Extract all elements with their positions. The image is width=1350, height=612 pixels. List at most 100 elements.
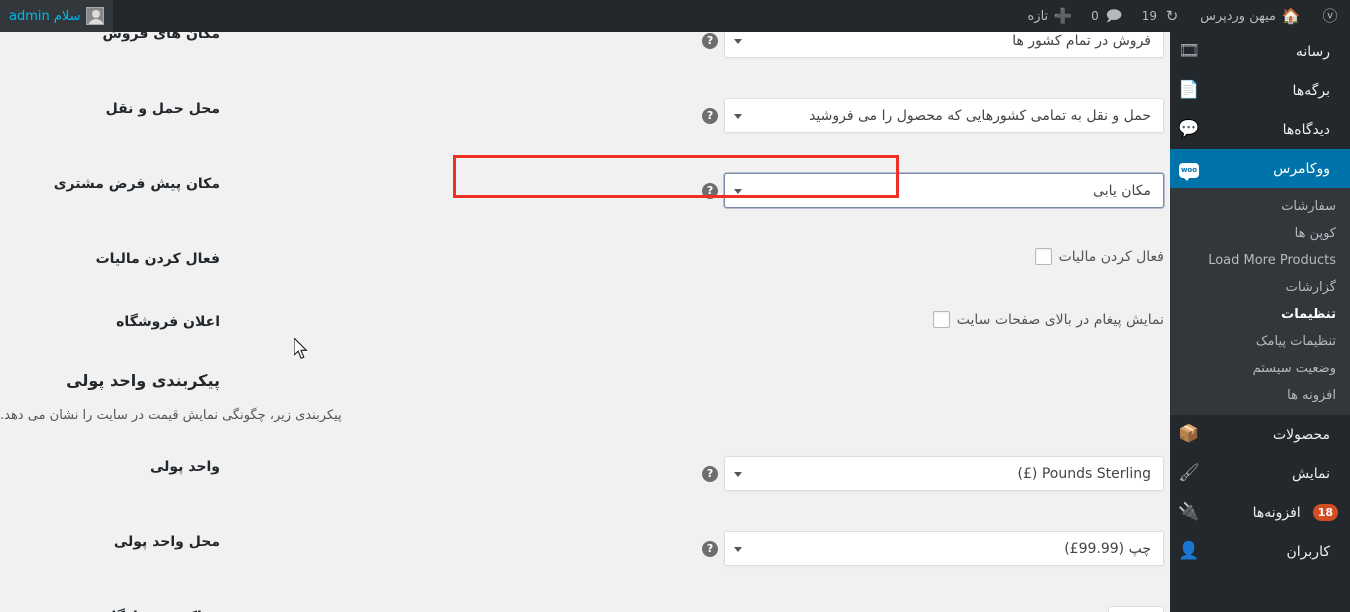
enable-taxes-checkbox-wrap: فعال کردن مالیات xyxy=(1034,248,1164,265)
currency-position-field: چپ (99.99£) ? xyxy=(230,524,1170,573)
sidebar-item-label: برگه‌ها xyxy=(1292,82,1330,99)
updates-button[interactable]: ↻ 19 xyxy=(1133,0,1191,32)
submenu-item-load-more-products[interactable]: Load More Products xyxy=(1170,247,1350,274)
sidebar-item-products[interactable]: 📦 محصولات xyxy=(1170,415,1350,454)
comments-button[interactable]: 🗩 0 xyxy=(1082,0,1133,32)
products-box-icon: 📦 xyxy=(1178,424,1200,444)
store-notice-checkbox-wrap: نمایش پیغام در بالای صفحات سایت xyxy=(932,311,1164,328)
site-name-menu[interactable]: 🏠 میهن وردپرس xyxy=(1191,0,1310,32)
sidebar-item-label: ووکامرس xyxy=(1273,160,1330,177)
row-shipping-location: حمل و نقل به تمامی کشورهایی که محصول را … xyxy=(0,91,1170,140)
plus-icon: ➕ xyxy=(1053,6,1073,25)
row-store-notice: نمایش پیغام در بالای صفحات سایت اعلان فر… xyxy=(0,304,1170,341)
admin-bar: ⓥ 🏠 میهن وردپرس ↻ 19 🗩 0 ➕ تازه سلام adm… xyxy=(0,0,1350,32)
comments-icon: 💬 xyxy=(1178,119,1200,139)
home-icon: 🏠 xyxy=(1281,6,1301,25)
currency-label: واحد پولی xyxy=(149,459,220,475)
settings-content-area: فروش در تمام کشور ها ? مکان های فروش حمل… xyxy=(0,23,1170,612)
sidebar-item-media[interactable]: 🎞 رسانه xyxy=(1170,32,1350,71)
new-content-label: تازه xyxy=(1027,8,1049,24)
enable-taxes-field: فعال کردن مالیات xyxy=(230,241,1170,272)
currency-position-select[interactable]: چپ (99.99£) xyxy=(724,531,1164,566)
submenu-item-coupons[interactable]: کوپن ها xyxy=(1170,220,1350,247)
plugins-update-badge: 18 xyxy=(1312,504,1338,521)
my-account-menu[interactable]: سلام admin xyxy=(0,0,113,32)
sidebar-item-label: کاربران xyxy=(1286,543,1330,560)
shipping-location-label: محل حمل و نقل xyxy=(105,101,220,117)
sidebar-item-label: افزونه‌ها xyxy=(1252,504,1301,521)
thousand-separator-field: ، ? xyxy=(230,599,1170,612)
sidebar-item-label: رسانه xyxy=(1295,43,1330,60)
row-thousand-separator: ، ? جداکننده هزارگان xyxy=(0,599,1170,612)
help-icon[interactable]: ? xyxy=(702,182,718,199)
wordpress-logo-button[interactable]: ⓥ xyxy=(1310,0,1350,32)
woocommerce-submenu: سفارشات کوپن ها Load More Products گزارش… xyxy=(1170,188,1350,415)
greeting-label: سلام admin xyxy=(9,8,81,24)
submenu-item-reports[interactable]: گزارشات xyxy=(1170,274,1350,301)
store-notice-checkbox[interactable] xyxy=(932,311,950,328)
row-currency-position: چپ (99.99£) ? محل واحد پولی xyxy=(0,524,1170,573)
admin-sidebar-menu: 🎞 رسانه 📄 برگه‌ها 💬 دیدگاه‌ها woo ووکامر… xyxy=(1170,32,1350,612)
submenu-item-system-status[interactable]: وضعیت سیستم xyxy=(1170,355,1350,382)
sidebar-item-plugins[interactable]: 🔌 افزونه‌ها 18 xyxy=(1170,493,1350,532)
row-enable-taxes: فعال کردن مالیات فعال کردن مالیات xyxy=(0,241,1170,278)
appearance-brush-icon: 🖌 xyxy=(1178,463,1200,483)
store-notice-checkbox-label: نمایش پیغام در بالای صفحات سایت xyxy=(956,311,1164,328)
currency-section-title: پیکربندی واحد پولی xyxy=(66,371,220,390)
default-customer-location-label: مکان پیش فرض مشتری xyxy=(53,176,220,192)
thousand-separator-input[interactable]: ، xyxy=(1108,606,1164,612)
general-settings-form: فروش در تمام کشور ها ? مکان های فروش حمل… xyxy=(0,16,1170,612)
users-icon: 👤 xyxy=(1178,541,1200,561)
shipping-location-field: حمل و نقل به تمامی کشورهایی که محصول را … xyxy=(230,91,1170,140)
submenu-item-sms-settings[interactable]: تنظیمات پیامک xyxy=(1170,328,1350,355)
submenu-item-settings[interactable]: تنظیمات xyxy=(1170,301,1350,328)
currency-section-heading-row: پیکربندی واحد پولی xyxy=(0,367,1170,390)
sidebar-item-woocommerce[interactable]: woo ووکامرس xyxy=(1170,149,1350,188)
currency-select[interactable]: Pounds Sterling (£) xyxy=(724,456,1164,491)
currency-section-description: پیکربندی زیر، چگونگی نمایش قیمت در سایت … xyxy=(0,408,342,423)
submenu-item-extensions[interactable]: افزونه ها xyxy=(1170,382,1350,409)
admin-bar-right-group: ⓥ 🏠 میهن وردپرس ↻ 19 🗩 0 ➕ تازه xyxy=(1018,0,1350,32)
enable-taxes-checkbox[interactable] xyxy=(1034,248,1052,265)
screen-root: ⓥ 🏠 میهن وردپرس ↻ 19 🗩 0 ➕ تازه سلام adm… xyxy=(0,0,1350,612)
sidebar-item-appearance[interactable]: 🖌 نمایش xyxy=(1170,454,1350,493)
row-default-customer-location: مکان یابی ? مکان پیش فرض مشتری xyxy=(0,166,1170,215)
sidebar-item-comments[interactable]: 💬 دیدگاه‌ها xyxy=(1170,110,1350,149)
woocommerce-icon: woo xyxy=(1178,159,1200,181)
store-notice-field: نمایش پیغام در بالای صفحات سایت xyxy=(230,304,1170,335)
help-icon[interactable]: ? xyxy=(702,540,718,557)
updates-icon: ↻ xyxy=(1165,6,1179,25)
sidebar-item-label: محصولات xyxy=(1272,426,1330,443)
row-currency: Pounds Sterling (£) ? واحد پولی xyxy=(0,449,1170,498)
help-icon[interactable]: ? xyxy=(702,32,718,49)
enable-taxes-checkbox-label: فعال کردن مالیات xyxy=(1058,248,1164,265)
submenu-item-orders[interactable]: سفارشات xyxy=(1170,193,1350,220)
avatar xyxy=(85,7,104,25)
site-name-label: میهن وردپرس xyxy=(1200,8,1276,24)
help-icon[interactable]: ? xyxy=(702,107,718,124)
shipping-location-select[interactable]: حمل و نقل به تمامی کشورهایی که محصول را … xyxy=(724,98,1164,133)
plugins-plug-icon: 🔌 xyxy=(1178,502,1200,522)
comments-icon: 🗩 xyxy=(1105,6,1123,25)
new-content-button[interactable]: ➕ تازه xyxy=(1018,0,1082,32)
thousand-separator-label: جداکننده هزارگان xyxy=(0,599,230,612)
updates-count: 19 xyxy=(1141,9,1158,23)
store-notice-label: اعلان فروشگاه xyxy=(116,314,220,330)
sidebar-item-label: نمایش xyxy=(1291,465,1330,482)
default-customer-location-field: مکان یابی ? xyxy=(230,166,1170,215)
wordpress-logo-icon: ⓥ xyxy=(1322,6,1338,25)
help-icon[interactable]: ? xyxy=(702,465,718,482)
media-icon: 🎞 xyxy=(1178,41,1200,61)
pages-icon: 📄 xyxy=(1178,80,1200,100)
sidebar-item-users[interactable]: 👤 کاربران xyxy=(1170,532,1350,571)
sidebar-item-pages[interactable]: 📄 برگه‌ها xyxy=(1170,71,1350,110)
sidebar-item-label: دیدگاه‌ها xyxy=(1282,121,1330,138)
default-customer-location-select[interactable]: مکان یابی xyxy=(724,173,1164,208)
